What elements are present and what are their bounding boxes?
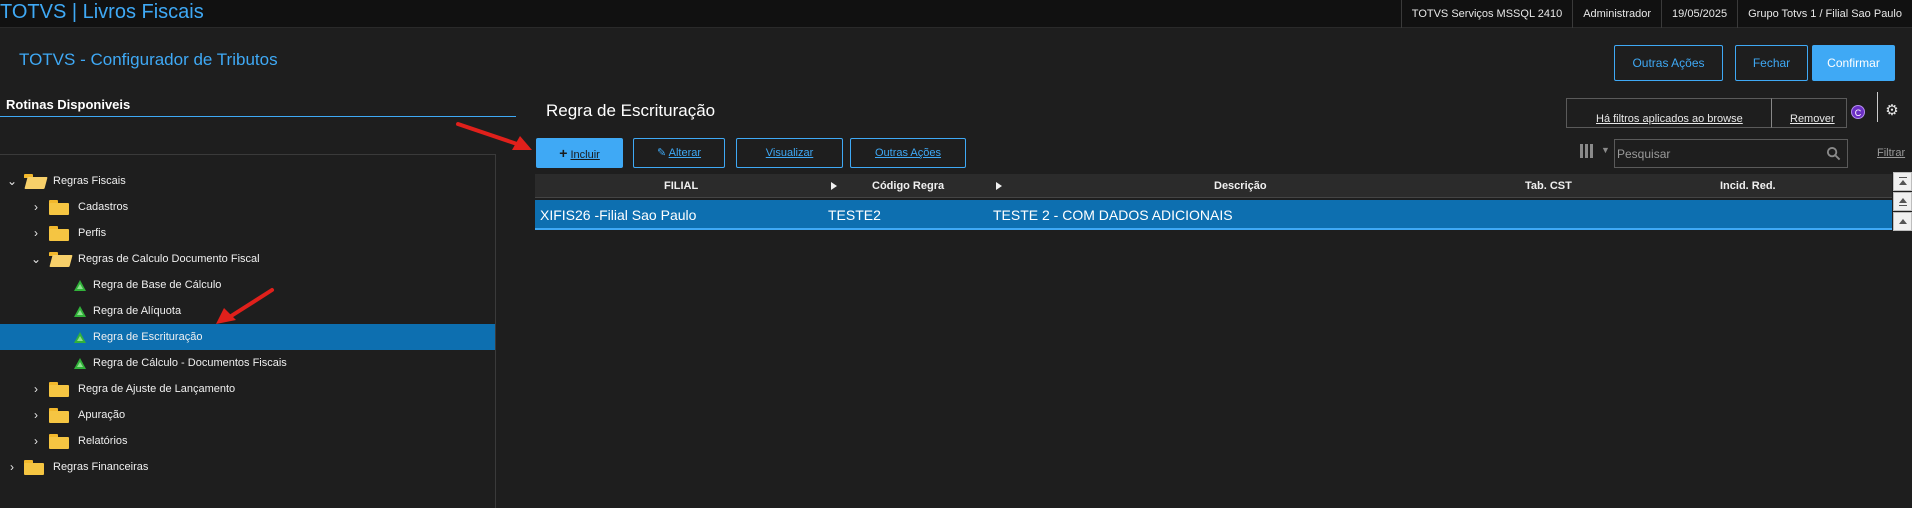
alter-button[interactable]: ✎ Alterar bbox=[633, 138, 725, 168]
tree-item-label: Perfis bbox=[78, 227, 107, 239]
tree-item-label: Relatórios bbox=[78, 435, 128, 447]
chevron-down-icon[interactable]: ⌄ bbox=[5, 174, 19, 188]
close-button[interactable]: Fechar bbox=[1735, 45, 1808, 81]
server-info: TOTVS Serviços MSSQL 2410 bbox=[1400, 0, 1572, 28]
other-actions-button[interactable]: Outras Ações bbox=[1614, 45, 1723, 81]
tree-item-regra-base-calculo[interactable]: Regra de Base de Cálculo bbox=[0, 272, 495, 298]
search-icon[interactable] bbox=[1826, 146, 1841, 161]
view-label: Visualizar bbox=[765, 147, 814, 159]
tree-item-label: Regras de Calculo Documento Fiscal bbox=[78, 253, 260, 265]
tree-item-regra-calculo-documentos-fiscais[interactable]: Regra de Cálculo - Documentos Fiscais bbox=[0, 350, 495, 376]
page-title: TOTVS - Configurador de Tributos bbox=[19, 50, 278, 69]
tree-item-regras-fiscais[interactable]: ⌄ Regras Fiscais bbox=[0, 168, 495, 194]
chevron-right-icon[interactable]: › bbox=[29, 408, 43, 422]
tree-item-apuracao[interactable]: › Apuração bbox=[0, 402, 495, 428]
search-box bbox=[1614, 139, 1848, 168]
filters-applied-link[interactable]: Há filtros aplicados ao browse bbox=[1596, 113, 1743, 125]
tree-item-label: Regras Financeiras bbox=[53, 461, 149, 473]
include-button[interactable]: + Incluir bbox=[536, 138, 623, 168]
chevron-right-icon[interactable]: › bbox=[29, 434, 43, 448]
tree-item-regras-calculo-documento-fiscal[interactable]: ⌄ Regras de Calculo Documento Fiscal bbox=[0, 246, 495, 272]
scroll-up-button[interactable] bbox=[1893, 192, 1912, 211]
triangle-rule-icon bbox=[74, 306, 86, 317]
chevron-right-icon[interactable]: › bbox=[5, 460, 19, 474]
table-row[interactable]: XIFIS26 -Filial Sao Paulo TESTE2 TESTE 2… bbox=[535, 200, 1892, 230]
confirm-button[interactable]: Confirmar bbox=[1812, 45, 1895, 81]
column-header-codigo-regra[interactable]: Código Regra bbox=[872, 174, 944, 198]
remove-filter-link[interactable]: Remover bbox=[1790, 113, 1835, 125]
tree-item-perfis[interactable]: › Perfis bbox=[0, 220, 495, 246]
column-header-tab-cst[interactable]: Tab. CST bbox=[1525, 174, 1572, 198]
column-header-descricao[interactable]: Descrição bbox=[1214, 174, 1267, 198]
folder-open-icon bbox=[24, 174, 48, 189]
tree-item-regra-aliquota[interactable]: Regra de Alíquota bbox=[0, 298, 495, 324]
app-window: TOTVS | Livros Fiscais TOTVS Serviços MS… bbox=[0, 0, 1912, 508]
tree-item-label: Cadastros bbox=[78, 201, 129, 213]
triangle-rule-icon bbox=[74, 332, 86, 343]
tree-item-regra-escrituracao[interactable]: Regra de Escrituração bbox=[0, 324, 495, 350]
tree-item-label: Regra de Cálculo - Documentos Fiscais bbox=[93, 357, 287, 369]
folder-icon bbox=[24, 460, 44, 475]
chevron-right-icon[interactable]: › bbox=[29, 382, 43, 396]
cell-filial: XIFIS26 -Filial Sao Paulo bbox=[540, 207, 697, 223]
columns-icon[interactable] bbox=[1580, 144, 1594, 158]
divider bbox=[1877, 92, 1878, 122]
tree-item-label: Regra de Escrituração bbox=[93, 331, 203, 343]
cell-descricao: TESTE 2 - COM DADOS ADICIONAIS bbox=[993, 207, 1233, 223]
routines-title-underline bbox=[0, 116, 516, 117]
remove-filter-box: Remover bbox=[1771, 98, 1847, 128]
gear-icon[interactable]: ⚙ bbox=[1884, 103, 1900, 119]
search-input[interactable] bbox=[1617, 143, 1817, 164]
c-badge-icon[interactable]: C bbox=[1851, 105, 1865, 119]
tree-item-label: Regra de Base de Cálculo bbox=[93, 279, 222, 291]
other-actions-label: Outras Ações bbox=[874, 147, 942, 159]
folder-icon bbox=[49, 200, 69, 215]
grid-header: FILIAL Código Regra Descrição Tab. CST I… bbox=[535, 174, 1892, 198]
caret-down-icon[interactable]: ▼ bbox=[1601, 145, 1610, 155]
folder-open-icon bbox=[49, 252, 73, 267]
filter-link[interactable]: Filtrar bbox=[1877, 147, 1905, 159]
column-header-incid-red[interactable]: Incid. Red. bbox=[1720, 174, 1776, 198]
routines-tree: ⌄ Regras Fiscais › Cadastros › Perfis ⌄ … bbox=[0, 154, 496, 508]
app-title: TOTVS | Livros Fiscais bbox=[0, 1, 204, 23]
annotation-arrow-icon bbox=[456, 122, 532, 150]
tree-item-label: Regra de Alíquota bbox=[93, 305, 182, 317]
other-actions-browse-button[interactable]: Outras Ações bbox=[850, 138, 966, 168]
tree-item-regras-financeiras[interactable]: › Regras Financeiras bbox=[0, 454, 495, 480]
caret-right-icon[interactable] bbox=[831, 182, 837, 190]
view-button[interactable]: Visualizar bbox=[736, 138, 843, 168]
tree-item-label: Apuração bbox=[78, 409, 126, 421]
tree-item-label: Regra de Ajuste de Lançamento bbox=[78, 383, 236, 395]
browse-title: Regra de Escrituração bbox=[546, 101, 716, 120]
top-bar: TOTVS | Livros Fiscais TOTVS Serviços MS… bbox=[0, 0, 1912, 28]
chevron-right-icon[interactable]: › bbox=[29, 200, 43, 214]
caret-right-icon[interactable] bbox=[996, 182, 1002, 190]
scroll-top-button[interactable] bbox=[1893, 172, 1912, 191]
alter-label: Alterar bbox=[668, 147, 702, 159]
folder-icon bbox=[49, 434, 69, 449]
routines-title: Rotinas Disponiveis bbox=[6, 97, 131, 112]
filters-applied-box: Há filtros aplicados ao browse bbox=[1566, 98, 1772, 128]
pencil-icon: ✎ bbox=[656, 147, 667, 159]
triangle-rule-icon bbox=[74, 280, 86, 291]
tree-item-cadastros[interactable]: › Cadastros bbox=[0, 194, 495, 220]
user-info: Administrador bbox=[1572, 0, 1661, 28]
tree-item-label: Regras Fiscais bbox=[53, 175, 126, 187]
cell-codigo-regra: TESTE2 bbox=[828, 207, 881, 223]
tree-item-relatorios[interactable]: › Relatórios bbox=[0, 428, 495, 454]
include-label: Incluir bbox=[570, 149, 600, 161]
column-header-filial[interactable]: FILIAL bbox=[664, 174, 698, 198]
branch-info: Grupo Totvs 1 / Filial Sao Paulo bbox=[1737, 0, 1912, 28]
folder-icon bbox=[49, 382, 69, 397]
folder-icon bbox=[49, 408, 69, 423]
chevron-right-icon[interactable]: › bbox=[29, 226, 43, 240]
status-bar: TOTVS Serviços MSSQL 2410 Administrador … bbox=[1400, 0, 1912, 28]
scroll-up-page-button[interactable] bbox=[1893, 212, 1912, 231]
date-info: 19/05/2025 bbox=[1661, 0, 1737, 28]
plus-icon: + bbox=[559, 145, 568, 161]
chevron-down-icon[interactable]: ⌄ bbox=[29, 252, 43, 266]
triangle-rule-icon bbox=[74, 358, 86, 369]
tree-item-regra-ajuste-lancamento[interactable]: › Regra de Ajuste de Lançamento bbox=[0, 376, 495, 402]
folder-icon bbox=[49, 226, 69, 241]
